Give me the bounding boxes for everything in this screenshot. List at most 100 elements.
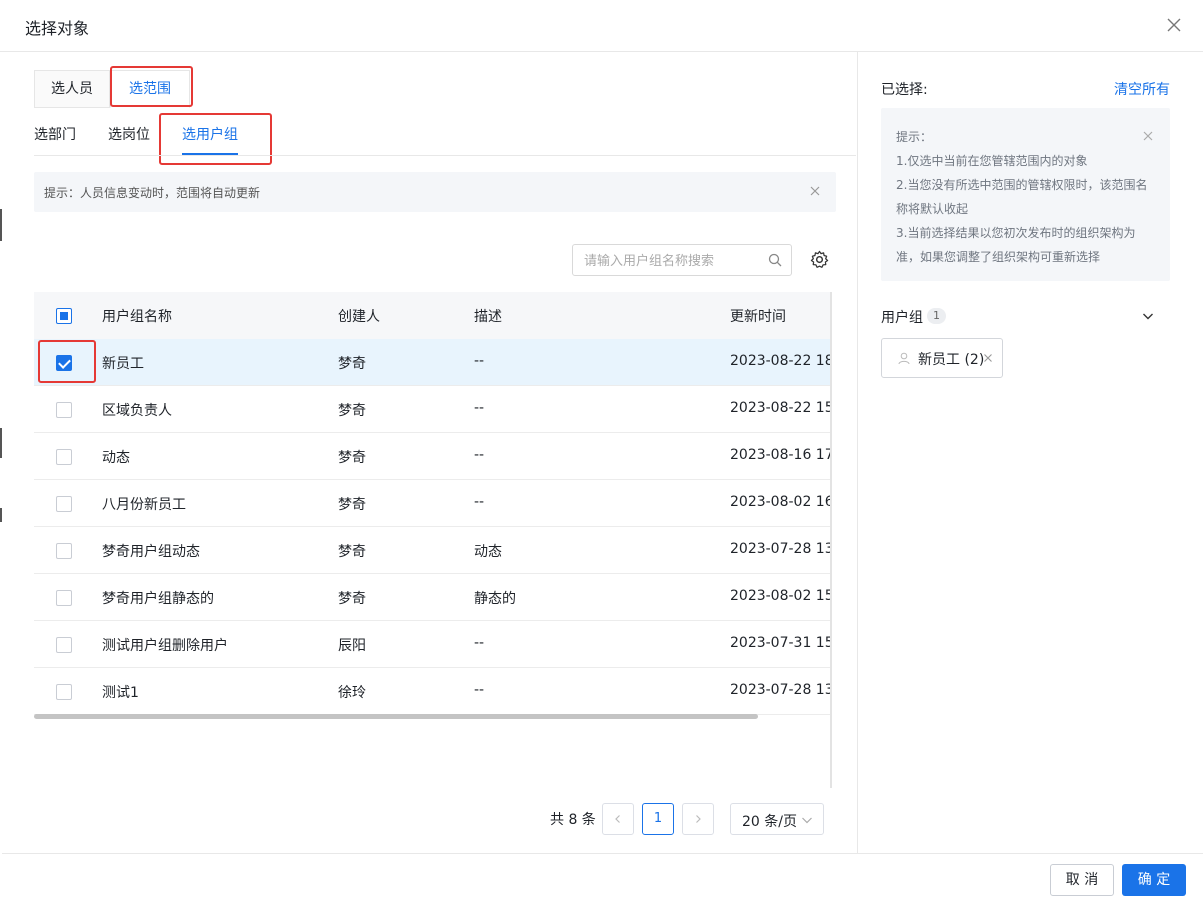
prev-page-button[interactable]	[602, 803, 634, 835]
cell-updated-time: 2023-08-22 15:4	[730, 400, 830, 416]
column-header-name[interactable]: 用户组名称	[102, 306, 172, 326]
cell-group-name: 测试用户组删除用户	[102, 638, 228, 654]
selected-tag-label: 新员工 (2)	[918, 352, 985, 368]
pagination-total: 共 8 条	[550, 812, 596, 828]
hint-box: 提示： 1.仅选中当前在您管辖范围内的对象 2.当您没有所选中范围的管辖权限时，…	[881, 108, 1170, 281]
cell-group-name: 梦奇用户组动态	[102, 544, 200, 560]
chevron-down-icon[interactable]	[1141, 309, 1155, 323]
cell-description: --	[474, 682, 485, 698]
tab-select-scope[interactable]: 选范围	[110, 70, 190, 108]
user-group-table: 用户组名称 创建人 描述 更新时间 新员工梦奇--2023-08-22 18:5…	[34, 292, 830, 720]
cell-updated-time: 2023-08-16 17:2	[730, 447, 830, 463]
chevron-down-icon	[802, 817, 812, 824]
cell-description: --	[474, 400, 485, 416]
search-icon[interactable]	[768, 253, 782, 267]
chevron-right-icon	[696, 815, 701, 823]
row-checkbox[interactable]	[56, 402, 72, 418]
cell-creator: 梦奇	[338, 497, 366, 513]
row-checkbox[interactable]	[56, 543, 72, 559]
row-checkbox[interactable]	[56, 590, 72, 606]
row-checkbox[interactable]	[56, 637, 72, 653]
cell-description: 动态	[474, 544, 502, 560]
table-row[interactable]: 梦奇用户组动态 梦奇 动态 2023-07-28 13:0	[34, 527, 830, 574]
column-header-description[interactable]: 描述	[474, 306, 502, 326]
notice-bar: 提示：人员信息变动时，范围将自动更新	[34, 172, 836, 212]
tab-label: 选范围	[129, 81, 171, 97]
close-icon[interactable]	[983, 353, 993, 363]
cell-description: --	[474, 494, 485, 510]
user-group-count-badge: 1	[927, 308, 946, 324]
subtab-department[interactable]: 选部门	[34, 124, 76, 144]
hint-line: 提示：	[896, 130, 933, 144]
table-row[interactable]: 区域负责人 梦奇 -- 2023-08-22 15:4	[34, 386, 830, 433]
row-checkbox[interactable]	[56, 496, 72, 512]
cell-creator: 梦奇	[338, 356, 366, 372]
cell-description: --	[474, 447, 485, 463]
cell-group-name: 梦奇用户组静态的	[102, 591, 214, 607]
cell-group-name: 新员工	[102, 356, 144, 372]
horizontal-scrollbar[interactable]	[34, 714, 758, 719]
hint-line: 称将默认收起	[896, 202, 969, 216]
cell-creator: 辰阳	[338, 638, 366, 654]
dialog-title: 选择对象	[25, 19, 90, 38]
selected-tag: 新员工 (2)	[881, 338, 1003, 378]
page-size-select[interactable]: 20 条/页	[730, 803, 824, 835]
clear-all-link[interactable]: 清空所有	[1114, 79, 1170, 99]
cell-updated-time: 2023-07-28 13:2	[730, 682, 830, 698]
gear-icon[interactable]	[810, 250, 829, 269]
cell-updated-time: 2023-07-28 13:0	[730, 541, 830, 557]
close-icon[interactable]	[808, 184, 822, 198]
close-icon[interactable]	[1165, 16, 1183, 34]
row-checkbox[interactable]	[56, 355, 72, 371]
page-button-1[interactable]: 1	[642, 803, 674, 835]
hint-line: 2.当您没有所选中范围的管辖权限时，该范围名	[896, 178, 1148, 192]
column-header-updated[interactable]: 更新时间	[730, 306, 786, 326]
hint-line: 3.当前选择结果以您初次发布时的组织架构为	[896, 226, 1136, 240]
table-row[interactable]: 测试用户组删除用户 辰阳 -- 2023-07-31 15:3	[34, 621, 830, 668]
next-page-button[interactable]	[682, 803, 714, 835]
cancel-button[interactable]: 取 消	[1050, 864, 1114, 896]
dialog-header: 选择对象	[0, 0, 1203, 52]
select-object-dialog: 选择对象 选人员 选范围 选部门 选岗位 选用户组 提示：人员信息变动时，范围将…	[0, 0, 1203, 904]
cell-creator: 徐玲	[338, 685, 366, 701]
cell-group-name: 区域负责人	[102, 403, 172, 419]
confirm-button[interactable]: 确 定	[1122, 864, 1186, 896]
left-edge-mark	[0, 209, 2, 241]
table-header: 用户组名称 创建人 描述 更新时间	[34, 292, 830, 339]
cell-group-name: 测试1	[102, 685, 139, 701]
subtab-position[interactable]: 选岗位	[108, 124, 150, 144]
tab-select-people[interactable]: 选人员	[34, 70, 110, 108]
left-edge-mark	[0, 508, 2, 522]
notice-text: 提示：人员信息变动时，范围将自动更新	[44, 186, 261, 200]
cell-group-name: 动态	[102, 450, 130, 466]
close-icon[interactable]	[1142, 130, 1154, 142]
table-row[interactable]: 新员工 梦奇 -- 2023-08-22 18:5	[34, 339, 830, 386]
cell-creator: 梦奇	[338, 591, 366, 607]
table-row[interactable]: 八月份新员工 梦奇 -- 2023-08-02 16:2	[34, 480, 830, 527]
user-group-section-label: 用户组	[881, 310, 923, 326]
table-row[interactable]: 测试1 徐玲 -- 2023-07-28 13:2	[34, 668, 830, 715]
footer-divider	[2, 853, 1203, 854]
row-checkbox[interactable]	[56, 684, 72, 700]
table-row[interactable]: 动态 梦奇 -- 2023-08-16 17:2	[34, 433, 830, 480]
subtab-user-group[interactable]: 选用户组	[182, 124, 238, 144]
cell-group-name: 八月份新员工	[102, 497, 186, 513]
table-row[interactable]: 梦奇用户组静态的 梦奇 静态的 2023-08-02 15:4	[34, 574, 830, 621]
cell-creator: 梦奇	[338, 403, 366, 419]
cell-updated-time: 2023-07-31 15:3	[730, 635, 830, 651]
page-size-value: 20 条/页	[742, 814, 797, 830]
user-icon	[898, 352, 910, 365]
selected-label: 已选择:	[881, 82, 928, 98]
vertical-scrollbar[interactable]	[830, 292, 832, 788]
cell-description: --	[474, 353, 485, 369]
search-box	[572, 244, 792, 276]
cell-creator: 梦奇	[338, 544, 366, 560]
column-header-creator[interactable]: 创建人	[338, 306, 380, 326]
search-input[interactable]	[584, 251, 764, 271]
chevron-left-icon	[615, 815, 620, 823]
cell-updated-time: 2023-08-02 15:4	[730, 588, 830, 604]
left-edge-mark	[0, 428, 2, 458]
select-all-checkbox[interactable]	[56, 308, 72, 324]
row-checkbox[interactable]	[56, 449, 72, 465]
cell-creator: 梦奇	[338, 450, 366, 466]
